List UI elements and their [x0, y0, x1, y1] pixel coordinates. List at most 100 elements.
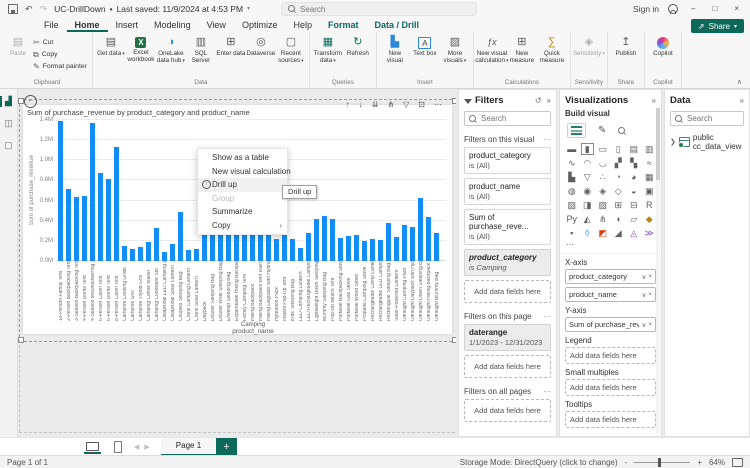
- redo-icon[interactable]: ↷: [40, 4, 48, 14]
- menu-tab-insert[interactable]: Insert: [108, 17, 147, 32]
- menu-tab-modeling[interactable]: Modeling: [146, 17, 199, 32]
- undo-icon[interactable]: ↶: [25, 4, 33, 14]
- menu-tab-optimize[interactable]: Optimize: [234, 17, 286, 32]
- fit-to-page-icon[interactable]: [732, 457, 743, 467]
- button-slicer-icon[interactable]: ◢: [612, 227, 625, 239]
- add-data-fields-dropzone[interactable]: Add data fields here: [565, 347, 656, 364]
- shape-map-icon[interactable]: ◈: [596, 185, 609, 197]
- funnel-chart-icon[interactable]: ▽: [581, 171, 594, 183]
- close-button[interactable]: ×: [730, 4, 743, 13]
- bar[interactable]: [82, 196, 87, 261]
- stacked-column-chart-icon[interactable]: ▮: [580, 143, 594, 155]
- menu-tab-help[interactable]: Help: [285, 17, 320, 32]
- remove-field-icon[interactable]: ×: [648, 321, 652, 328]
- chevron-right-icon[interactable]: ❯: [670, 138, 676, 146]
- collapse-pane-icon[interactable]: »: [547, 96, 551, 105]
- copy-button[interactable]: ⧉ Copy: [33, 50, 87, 59]
- bar[interactable]: [178, 212, 183, 261]
- donut-chart-icon[interactable]: ◕: [627, 171, 640, 183]
- power-automate-icon[interactable]: ◩: [596, 227, 609, 239]
- stacked-bar-chart-icon[interactable]: ▬: [565, 143, 578, 155]
- key-influencers-icon[interactable]: ◭: [581, 213, 594, 225]
- previous-page-icon[interactable]: ◀: [134, 443, 139, 451]
- bar[interactable]: [130, 249, 135, 261]
- collapse-pane-icon[interactable]: »: [740, 96, 744, 105]
- gauge-icon[interactable]: ◒: [627, 185, 640, 197]
- bar[interactable]: [58, 121, 63, 261]
- excel-workbook-button[interactable]: X Excel workbook: [126, 35, 156, 63]
- bar[interactable]: [146, 242, 151, 261]
- menu-tab-home[interactable]: Home: [67, 17, 108, 32]
- data-search-input[interactable]: Search: [670, 111, 744, 126]
- bar[interactable]: [274, 239, 279, 261]
- menu-item-copy[interactable]: Copy ›: [198, 219, 287, 233]
- bar[interactable]: [74, 197, 79, 261]
- chevron-down-icon[interactable]: ∨: [641, 291, 646, 299]
- add-data-fields-dropzone[interactable]: Add data fields here: [464, 280, 551, 303]
- clustered-bar-chart-icon[interactable]: ▭: [596, 143, 609, 155]
- bar[interactable]: [314, 219, 319, 261]
- new-page-button[interactable]: +: [216, 437, 238, 456]
- menu-tab-view[interactable]: View: [199, 17, 234, 32]
- menu-tab-data-drill[interactable]: Data / Drill: [366, 17, 427, 32]
- azure-map-icon[interactable]: ◇: [612, 185, 625, 197]
- card-icon[interactable]: ▣: [643, 185, 656, 197]
- map-icon[interactable]: ◍: [565, 185, 578, 197]
- filter-card[interactable]: product_category is Camping: [464, 249, 551, 276]
- bar[interactable]: [186, 250, 191, 261]
- menu-tab-format[interactable]: Format: [320, 17, 367, 32]
- python-visual-icon[interactable]: Py: [565, 213, 578, 225]
- bar[interactable]: [66, 189, 71, 261]
- collapse-ribbon-icon[interactable]: ∧: [737, 78, 742, 86]
- drill-down-icon[interactable]: ↓: [359, 100, 363, 109]
- arcgis-map-icon[interactable]: ◊: [581, 227, 594, 239]
- maximize-button[interactable]: □: [708, 4, 721, 13]
- text-slicer-icon[interactable]: ◬: [627, 227, 640, 239]
- chevron-down-icon[interactable]: ∨: [641, 321, 646, 329]
- bar[interactable]: [362, 241, 367, 261]
- bar[interactable]: [202, 234, 207, 261]
- report-canvas[interactable]: ← ↑ ↓ ⇊ ⋔ ▽ ⊡ ⋯ Sum of purchase_revenue by pro…: [18, 89, 456, 437]
- viz-pane-scrollbar[interactable]: [656, 108, 660, 433]
- bar[interactable]: [90, 123, 95, 261]
- bar[interactable]: [114, 147, 119, 261]
- bar[interactable]: [386, 223, 391, 261]
- r-script-visual-icon[interactable]: R: [643, 199, 656, 211]
- kpi-icon[interactable]: ◨: [581, 199, 594, 211]
- page-tab[interactable]: Page 1: [160, 437, 217, 456]
- table-tree-item[interactable]: ❯ public cc_data_view: [670, 133, 744, 151]
- filter-card[interactable]: Sum of purchase_reve... is (All): [464, 209, 551, 245]
- menu-item-drill-up[interactable]: ↑ Drill up: [198, 178, 287, 192]
- paste-button[interactable]: ▤ Paste: [5, 35, 31, 57]
- focus-mode-icon[interactable]: ⊡: [418, 100, 425, 109]
- bar[interactable]: [330, 219, 335, 261]
- bar[interactable]: [298, 248, 303, 261]
- cut-button[interactable]: ✂ Cut: [33, 38, 87, 47]
- bar[interactable]: [106, 179, 111, 261]
- quick-measure-button[interactable]: ∑ Quick measure: [537, 35, 567, 64]
- menu-tab-file[interactable]: File: [36, 17, 67, 32]
- expand-all-levels-icon[interactable]: ⋔: [387, 100, 394, 109]
- drill-up-icon[interactable]: ↑: [346, 100, 350, 109]
- field-pill[interactable]: product_name ∨ ×: [565, 287, 656, 302]
- build-visual-tab[interactable]: [567, 123, 586, 138]
- bar[interactable]: [170, 244, 175, 261]
- reset-filters-icon[interactable]: ↺: [535, 96, 542, 105]
- bar[interactable]: [154, 228, 159, 261]
- filter-card[interactable]: daterange 1/1/2023 - 12/31/2023: [464, 324, 551, 351]
- scrollbar-thumb[interactable]: [656, 108, 660, 180]
- resize-handle[interactable]: [452, 98, 456, 104]
- slicer-icon[interactable]: ▨: [596, 199, 609, 211]
- refresh-button[interactable]: ↻ Refresh: [343, 35, 373, 57]
- new-measure-button[interactable]: ⊞ New measure: [507, 35, 537, 64]
- bar[interactable]: [434, 233, 439, 261]
- title-caret-icon[interactable]: ▾: [247, 5, 250, 12]
- scatter-chart-icon[interactable]: ∴: [596, 171, 609, 183]
- treemap-icon[interactable]: ▦: [643, 171, 656, 183]
- stacked-area-chart-icon[interactable]: ◡: [596, 157, 609, 169]
- bar[interactable]: [402, 225, 407, 261]
- bar[interactable]: [138, 247, 143, 261]
- matrix-icon[interactable]: ⊟: [627, 199, 640, 211]
- account-icon[interactable]: [668, 3, 679, 14]
- bar[interactable]: [426, 217, 431, 261]
